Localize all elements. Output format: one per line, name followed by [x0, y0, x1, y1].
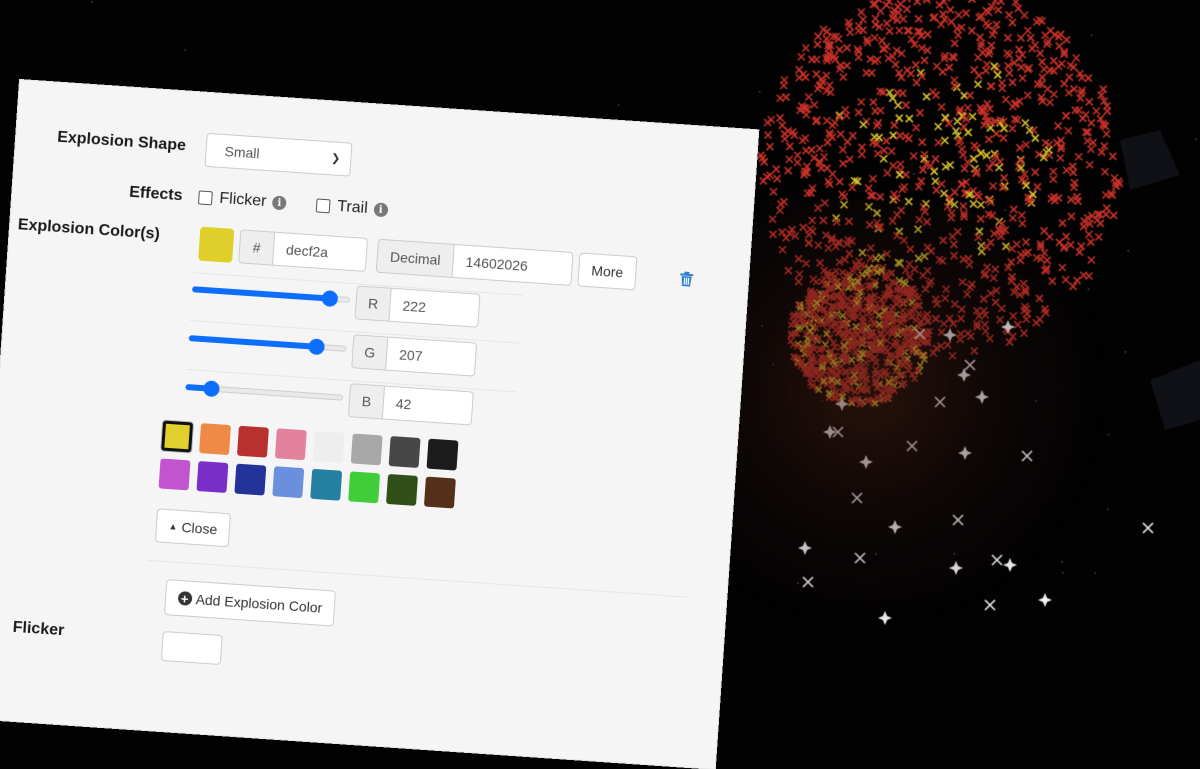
- flicker-checkbox-label: Flicker: [218, 189, 267, 211]
- effects-options: Flicker i Trail i: [197, 188, 389, 219]
- decimal-input[interactable]: 14602026: [451, 243, 574, 286]
- plus-circle-icon: +: [177, 591, 193, 606]
- effects-label: Effects: [128, 183, 184, 205]
- palette-swatch[interactable]: [423, 476, 456, 509]
- more-button[interactable]: More: [577, 252, 638, 291]
- palette-swatch[interactable]: [274, 428, 307, 461]
- palette-swatch[interactable]: [234, 463, 267, 496]
- fireworks-glow: [700, 200, 1120, 620]
- caret-up-icon: ▲: [168, 521, 178, 532]
- blue-slider[interactable]: [185, 379, 344, 406]
- green-slider[interactable]: [188, 330, 347, 357]
- color-preview-swatch[interactable]: [198, 226, 235, 263]
- palette-swatch[interactable]: [161, 420, 194, 453]
- flicker-checkbox[interactable]: Flicker i: [197, 188, 287, 212]
- green-input-group: G 207: [351, 334, 478, 377]
- blue-input[interactable]: 42: [381, 385, 474, 426]
- slider-thumb[interactable]: [202, 380, 220, 398]
- info-icon[interactable]: i: [373, 202, 389, 218]
- palette-swatch[interactable]: [272, 466, 305, 499]
- green-label: G: [351, 334, 388, 371]
- decimal-input-group: Decimal 14602026: [375, 238, 574, 286]
- slider-thumb[interactable]: [308, 338, 326, 356]
- flicker-section-label: Flicker: [12, 618, 65, 640]
- blue-input-group: B 42: [347, 383, 474, 426]
- green-input[interactable]: 207: [385, 336, 478, 377]
- info-icon[interactable]: i: [271, 195, 287, 211]
- close-button-label: Close: [180, 519, 218, 538]
- palette-swatch[interactable]: [236, 425, 269, 458]
- palette-swatch[interactable]: [348, 471, 381, 504]
- trash-icon[interactable]: [679, 271, 694, 292]
- flicker-checkbox-box[interactable]: [197, 190, 213, 206]
- palette-swatch[interactable]: [310, 468, 343, 501]
- flicker-section-control[interactable]: [160, 630, 223, 666]
- decimal-prefix: Decimal: [375, 238, 454, 278]
- blue-label: B: [347, 383, 385, 420]
- close-button[interactable]: ▲ Close: [154, 508, 232, 548]
- explosion-shape-select[interactable]: Small ❯: [204, 132, 353, 177]
- hex-prefix: #: [238, 229, 275, 266]
- add-explosion-color-label: Add Explosion Color: [195, 591, 323, 616]
- slider-thumb[interactable]: [320, 290, 338, 308]
- palette-swatch[interactable]: [350, 433, 383, 466]
- add-explosion-color-button[interactable]: + Add Explosion Color: [163, 579, 336, 627]
- color-palette: [158, 420, 459, 509]
- red-input-group: R 222: [354, 285, 481, 328]
- palette-swatch[interactable]: [158, 458, 191, 491]
- red-input[interactable]: 222: [388, 287, 481, 328]
- explosion-colors-label: Explosion Color(s): [17, 216, 161, 243]
- trail-checkbox-label: Trail: [336, 197, 369, 217]
- palette-swatch[interactable]: [199, 423, 232, 456]
- red-slider[interactable]: [191, 281, 351, 308]
- firework-settings-panel: Explosion Shape Small ❯ Effects Flicker …: [0, 80, 759, 769]
- hex-input[interactable]: decf2a: [271, 231, 369, 272]
- trail-checkbox[interactable]: Trail i: [315, 196, 389, 219]
- explosion-shape-value: Small: [224, 143, 261, 162]
- chevron-down-icon: ❯: [330, 152, 341, 165]
- palette-swatch[interactable]: [426, 438, 459, 471]
- trail-checkbox-box[interactable]: [315, 198, 331, 214]
- palette-swatch[interactable]: [386, 473, 418, 506]
- hex-input-group: # decf2a: [238, 229, 369, 272]
- explosion-shape-label: Explosion Shape: [56, 128, 187, 155]
- palette-swatch[interactable]: [388, 436, 421, 469]
- palette-swatch[interactable]: [312, 430, 345, 463]
- palette-swatch[interactable]: [196, 461, 229, 493]
- red-label: R: [354, 285, 391, 322]
